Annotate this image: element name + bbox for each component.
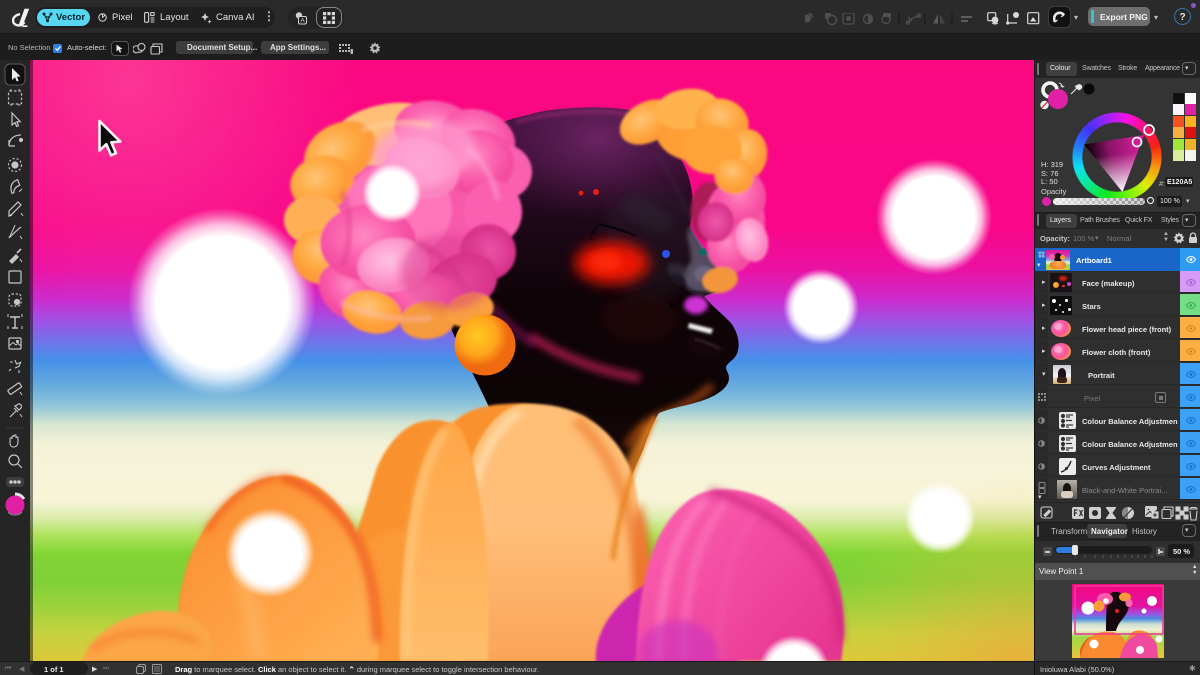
svg-text:A: A bbox=[300, 18, 305, 25]
